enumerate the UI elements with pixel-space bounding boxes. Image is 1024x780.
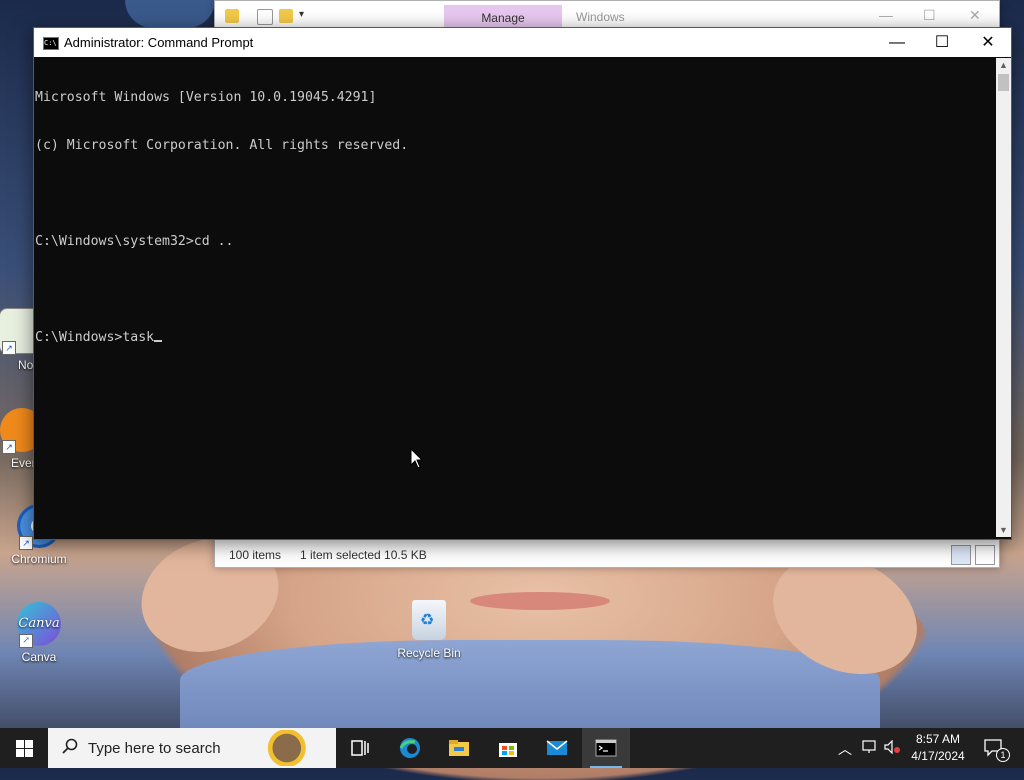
volume-muted-icon[interactable] — [884, 740, 900, 754]
canva-icon: Canva ↗ — [17, 602, 61, 648]
status-item-count: 100 items — [229, 548, 282, 562]
recycle-bin-icon — [412, 600, 446, 640]
folder-icon[interactable] — [225, 9, 239, 23]
wallpaper-lips — [470, 592, 610, 610]
system-tray: ︿ — [838, 728, 900, 768]
vertical-scrollbar[interactable]: ▲ ▼ — [996, 58, 1011, 537]
search-highlight-icon — [258, 730, 330, 766]
scroll-down-icon[interactable]: ▼ — [996, 523, 1011, 537]
desktop-icon-label: Canva — [21, 650, 57, 664]
task-view-button[interactable] — [336, 728, 384, 768]
console-line: (c) Microsoft Corporation. All rights re… — [35, 138, 409, 153]
search-placeholder: Type here to search — [88, 740, 221, 757]
wallpaper-shirt — [180, 640, 880, 740]
desktop-icon-canva[interactable]: Canva ↗ Canva — [0, 602, 79, 664]
file-explorer-icon — [449, 740, 469, 756]
shortcut-arrow-icon: ↗ — [2, 341, 16, 355]
new-folder-icon[interactable] — [279, 9, 293, 23]
mail-icon — [546, 740, 568, 755]
wallpaper-hat — [125, 0, 215, 28]
window-title: Windows — [576, 10, 625, 24]
edge-icon — [399, 738, 420, 758]
console-prompt-text: C:\Windows>task — [35, 330, 155, 345]
start-button[interactable] — [0, 728, 48, 768]
text-cursor — [154, 340, 163, 342]
maximize-icon[interactable]: ☐ — [923, 7, 936, 24]
chevron-up-icon[interactable]: ︿ — [838, 739, 852, 759]
chevron-down-icon[interactable]: ▾ — [299, 9, 304, 20]
shortcut-arrow-icon: ↗ — [2, 440, 16, 454]
desktop-icon-recycle-bin[interactable]: Recycle Bin — [392, 600, 466, 660]
taskbar-mail[interactable] — [533, 728, 581, 768]
task-view-icon — [351, 740, 369, 756]
properties-icon[interactable] — [257, 9, 273, 25]
desktop-icon-label: Recycle Bin — [397, 646, 461, 660]
maximize-button[interactable]: ☐ — [919, 28, 965, 57]
taskbar-edge[interactable] — [386, 728, 434, 768]
minimize-button[interactable]: — — [874, 28, 920, 57]
command-prompt-window[interactable]: C:\ Administrator: Command Prompt — ☐ ✕ … — [33, 27, 1012, 540]
scroll-up-icon[interactable]: ▲ — [996, 58, 1011, 72]
large-icons-view-button[interactable] — [975, 545, 995, 565]
shortcut-arrow-icon: ↗ — [19, 536, 33, 550]
taskbar: Type here to search ︿ 8:57 AM 4/17/2024 … — [0, 728, 1024, 768]
details-view-button[interactable] — [951, 545, 971, 565]
network-icon[interactable] — [862, 740, 878, 754]
taskbar-command-prompt[interactable] — [582, 728, 630, 768]
desktop-icon-label: Chromium — [11, 552, 67, 566]
canva-logo-text: Canva — [18, 616, 60, 631]
taskbar-search-box[interactable]: Type here to search — [48, 728, 336, 768]
clock[interactable]: 8:57 AM 4/17/2024 — [900, 731, 976, 765]
console-line: C:\Windows\system32>cd .. — [35, 234, 234, 249]
mouse-pointer-icon — [410, 448, 424, 469]
console-line: Microsoft Windows [Version 10.0.19045.42… — [35, 90, 377, 105]
store-icon — [499, 743, 517, 757]
taskbar-store[interactable] — [484, 728, 532, 768]
scrollbar-thumb[interactable] — [998, 74, 1009, 91]
shortcut-arrow-icon: ↗ — [19, 634, 33, 648]
close-icon[interactable]: ✕ — [969, 7, 981, 24]
window-title: Administrator: Command Prompt — [64, 35, 254, 50]
close-button[interactable]: ✕ — [965, 28, 1011, 57]
search-icon — [62, 738, 78, 754]
notification-badge: 1 — [996, 748, 1010, 762]
command-prompt-icon[interactable]: C:\ — [43, 37, 59, 50]
console-input-line[interactable]: C:\Windows>task — [35, 330, 995, 346]
status-bar: 100 items 1 item selected 10.5 KB — [215, 541, 999, 567]
status-selection: 1 item selected 10.5 KB — [300, 548, 427, 562]
console-output[interactable]: Microsoft Windows [Version 10.0.19045.42… — [35, 58, 995, 537]
minimize-icon[interactable]: — — [879, 7, 893, 23]
action-center-button[interactable]: 1 — [980, 728, 1020, 768]
command-prompt-icon — [595, 739, 617, 757]
clock-time: 8:57 AM — [915, 732, 961, 746]
title-bar[interactable]: C:\ Administrator: Command Prompt — ☐ ✕ — [34, 28, 1011, 57]
taskbar-file-explorer[interactable] — [435, 728, 483, 768]
clock-date: 4/17/2024 — [911, 749, 965, 763]
